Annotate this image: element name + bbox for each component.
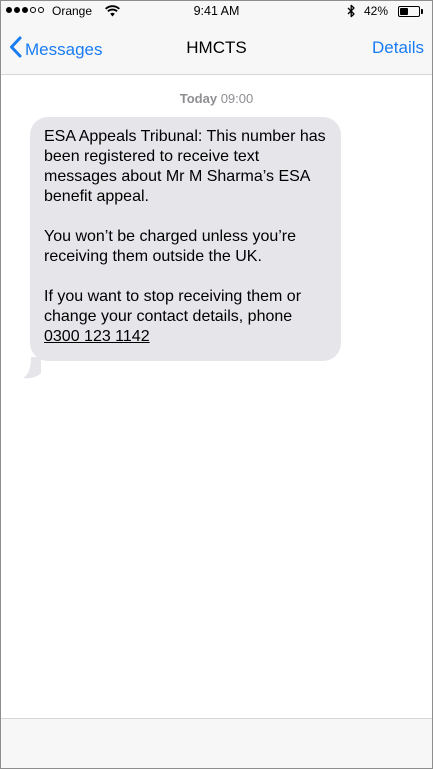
battery-level [400,8,408,15]
timestamp-time: 09:00 [220,91,254,106]
conversation-title: HMCTS [186,38,247,57]
received-message-bubble[interactable]: ESA Appeals Tribunal: This number has be… [30,117,341,361]
message-timestamp: Today 09:00 [1,91,432,106]
navigation-bar: Messages HMCTS Details [1,23,432,75]
bluetooth-icon [347,4,356,21]
phone-number-link[interactable]: 0300 123 1142 [44,328,150,345]
status-bar: Orange 9:41 AM 42% [1,1,432,23]
message-paragraph: ESA Appeals Tribunal: This number has be… [44,128,326,205]
battery-icon [398,6,420,17]
details-button[interactable]: Details [372,38,424,58]
battery-nub [421,9,423,14]
message-text: If you want to stop receiving them or ch… [44,288,302,325]
message-input-bar [1,718,432,768]
timestamp-day: Today [179,91,218,106]
bubble-tail [19,357,41,386]
phone-screen: Orange 9:41 AM 42% Messages HMCTS Detail… [0,0,433,769]
message-paragraph: You won’t be charged unless you’re recei… [44,228,297,265]
battery-percent: 42% [364,4,389,18]
message-paragraph: If you want to stop receiving them or ch… [44,287,329,347]
